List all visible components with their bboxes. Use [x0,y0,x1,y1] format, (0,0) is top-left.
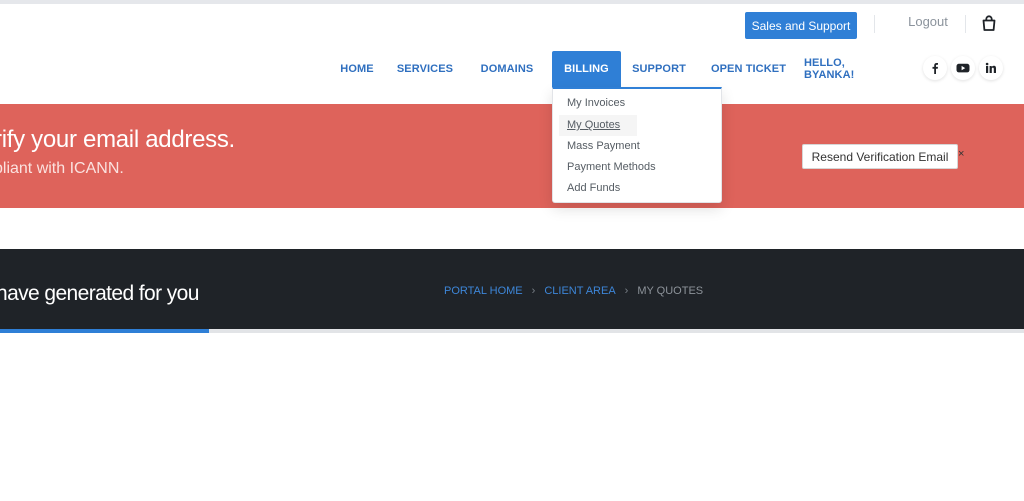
sales-support-button[interactable]: Sales and Support [745,12,857,39]
menu-item-add-funds[interactable]: Add Funds [567,182,620,194]
breadcrumb-separator: › [531,285,536,297]
nav-support[interactable]: SUPPORT [629,51,689,87]
divider [874,15,875,33]
nav-domains[interactable]: DOMAINS [476,51,538,87]
youtube-icon[interactable] [951,56,975,80]
menu-item-my-quotes[interactable]: My Quotes [567,119,620,131]
breadcrumb-separator: › [624,285,629,297]
menu-item-payment-methods[interactable]: Payment Methods [567,161,656,173]
facebook-icon[interactable] [923,56,947,80]
menu-item-mass-payment[interactable]: Mass Payment [567,140,640,152]
nav-services[interactable]: SERVICES [394,51,456,87]
nav-home[interactable]: HOME [334,51,380,87]
alert-title: rify your email address. [0,126,235,153]
resend-verification-button[interactable]: Resend Verification Email [802,144,958,169]
breadcrumb-client-area[interactable]: CLIENT AREA [544,285,615,297]
nav-user-greeting[interactable]: HELLO, BYANKA! [804,51,898,87]
breadcrumb-current: MY QUOTES [637,285,704,297]
billing-dropdown-menu: My Invoices My Quotes Mass Payment Payme… [552,87,722,203]
logout-link[interactable]: Logout [896,14,960,32]
alert-subtitle: bliant with ICANN. [0,160,124,177]
shopping-bag-icon[interactable] [980,14,998,32]
divider [965,15,966,33]
linkedin-icon[interactable] [979,56,1003,80]
nav-open-ticket[interactable]: OPEN TICKET [710,51,787,87]
breadcrumb: PORTAL HOME › CLIENT AREA › MY QUOTES [444,285,703,297]
header-accent-bar [0,329,209,333]
top-border [0,0,1024,4]
breadcrumb-portal-home[interactable]: PORTAL HOME [444,285,523,297]
nav-billing[interactable]: BILLING [552,51,621,87]
menu-item-my-invoices[interactable]: My Invoices [567,97,625,109]
close-alert-icon[interactable]: × [958,148,964,160]
page-title: have generated for you [0,282,199,305]
